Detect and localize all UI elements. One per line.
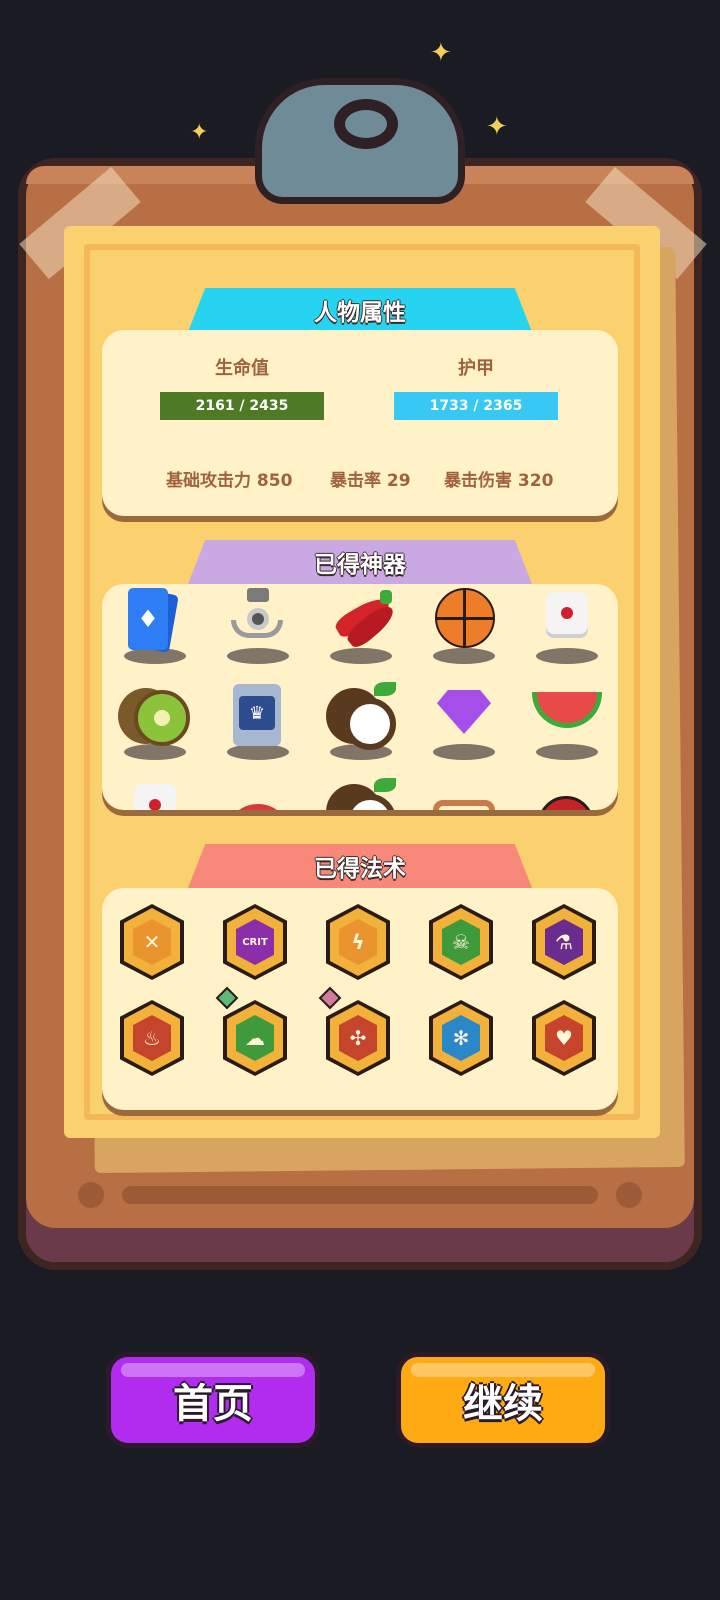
crown-bag-icon[interactable]: ♛	[217, 682, 297, 762]
coconut-icon[interactable]	[320, 778, 400, 810]
clipboard-clip-icon	[255, 78, 465, 204]
armor-label: 护甲	[458, 358, 494, 379]
potion-shield-icon[interactable]: ⚗	[532, 904, 596, 980]
attributes-card: 生命值 2161 / 2435 护甲 1733 / 2365 基础攻击力 850…	[102, 330, 618, 516]
crossed-swords-icon[interactable]: ✕	[120, 904, 184, 980]
armor-bar: 1733 / 2365	[394, 392, 558, 420]
artifacts-header: 已得神器	[188, 540, 532, 584]
sheep-icon[interactable]: ☁	[223, 1000, 287, 1076]
home-button[interactable]: 首页	[106, 1352, 320, 1448]
heartbeat-icon[interactable]: ♥	[532, 1000, 596, 1076]
hp-value: 2161 / 2435	[195, 398, 289, 414]
purple-gem-icon[interactable]	[423, 682, 503, 762]
hp-bar: 2161 / 2435	[160, 392, 324, 420]
snowflake-shield-icon[interactable]: ✻	[429, 1000, 493, 1076]
spells-header: 已得法术	[188, 844, 532, 888]
board-bottom-bar	[122, 1186, 598, 1204]
hp-label: 生命值	[215, 358, 269, 379]
artifacts-card[interactable]: ♦ ♛	[102, 584, 618, 810]
gem-badge-icon	[215, 986, 239, 1010]
attributes-header: 人物属性	[188, 288, 532, 332]
continue-button[interactable]: 继续	[396, 1352, 610, 1448]
watermelon-slice-icon[interactable]	[526, 682, 606, 762]
dice-icon[interactable]	[114, 778, 194, 810]
crit-rate-stat: 暴击率 29	[330, 471, 411, 491]
claw-grabber-icon[interactable]	[217, 586, 297, 666]
fire-shield-icon[interactable]: ♨	[120, 1000, 184, 1076]
playing-cards-icon[interactable]: ♦	[114, 586, 194, 666]
gem-badge-icon	[318, 986, 342, 1010]
crit-burst-icon[interactable]: CRIT	[223, 904, 287, 980]
dice-icon[interactable]	[526, 586, 606, 666]
skull-burst-icon[interactable]: ☠	[429, 904, 493, 980]
spells-card: ✕ CRIT ϟ ☠ ⚗ ♨ ☁ ✣ ✻ ♥	[102, 888, 618, 1110]
red-fan-icon[interactable]	[217, 778, 297, 810]
basketball-icon[interactable]	[423, 586, 503, 666]
red-helmet-icon[interactable]	[526, 778, 606, 810]
sparkle-icon: ✦	[486, 112, 508, 142]
lightning-shield-icon[interactable]: ϟ	[326, 904, 390, 980]
kiwi-fruit-icon[interactable]	[114, 682, 194, 762]
base-attack-stat: 基础攻击力 850	[166, 471, 293, 491]
sparkle-icon: ✦	[190, 120, 209, 145]
crit-label: CRIT	[242, 936, 268, 948]
bracelet-icon[interactable]	[423, 778, 503, 810]
red-chili-peppers-icon[interactable]	[320, 586, 400, 666]
sparkle-icon: ✦	[430, 38, 452, 68]
crit-damage-stat: 暴击伤害 320	[444, 471, 554, 491]
coconut-icon[interactable]	[320, 682, 400, 762]
armor-value: 1733 / 2365	[429, 398, 523, 414]
swirl-arrows-icon[interactable]: ✣	[326, 1000, 390, 1076]
